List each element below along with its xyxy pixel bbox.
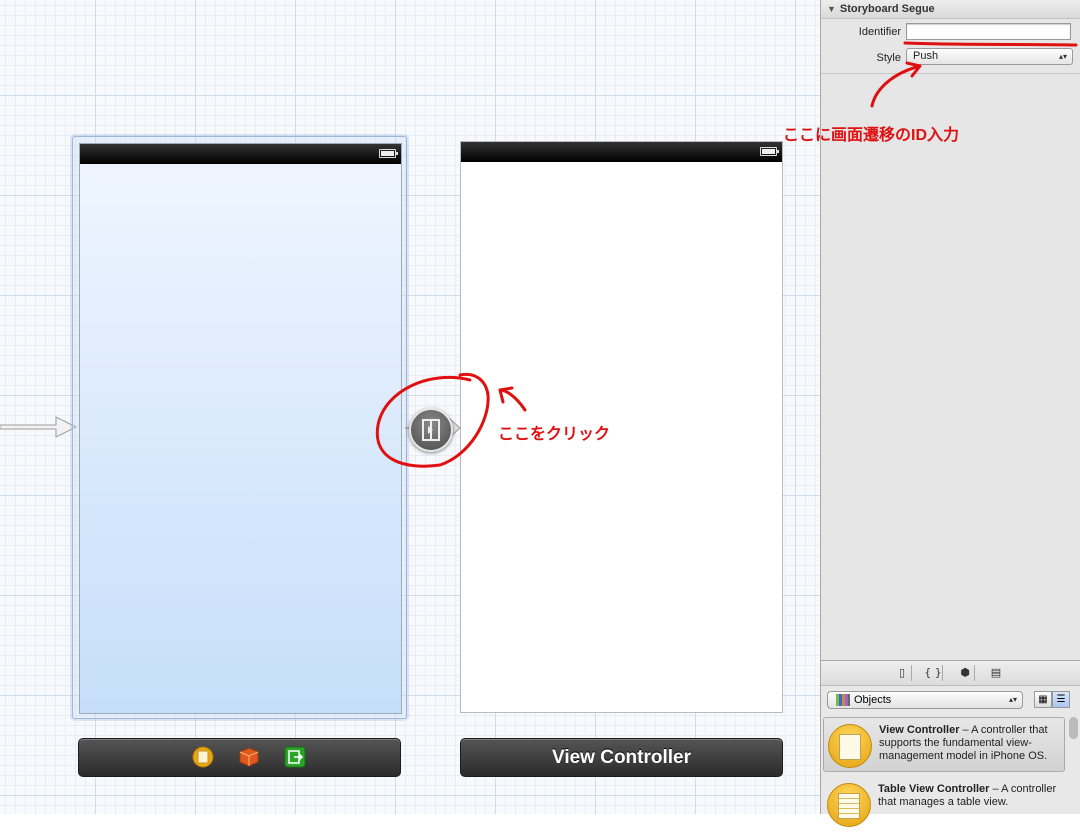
section-title: Storyboard Segue	[839, 3, 935, 15]
exit-icon[interactable]	[284, 746, 306, 768]
item-title: Table View Controller	[878, 783, 990, 795]
view-controller-icon[interactable]	[192, 746, 214, 768]
style-select[interactable]: Push ▴▾	[906, 48, 1073, 65]
segue-connection	[405, 417, 461, 439]
segue-push-icon[interactable]	[409, 408, 453, 452]
section-header[interactable]: ▼ Storyboard Segue	[821, 0, 1080, 19]
object-library: ▯ { } ⬢ ▤ Objects ▴▾ ▦ ☰ View Controller…	[820, 660, 1080, 827]
table-view-controller-icon	[827, 783, 871, 827]
stepper-arrows-icon: ▴▾	[1008, 695, 1017, 704]
scene-dock-destination[interactable]: View Controller	[460, 738, 783, 777]
annotation-enter-id: ここに画面遷移のID入力	[783, 127, 960, 144]
media-icon[interactable]: ▤	[987, 665, 1005, 681]
scene-title: View Controller	[551, 747, 691, 768]
style-value: Push	[913, 50, 939, 62]
library-tabs: ▯ { } ⬢ ▤	[821, 661, 1080, 686]
scene-dock-source	[78, 738, 401, 777]
stepper-arrows-icon: ▴▾	[1058, 52, 1067, 61]
view-controller-icon	[828, 724, 872, 768]
divider	[821, 73, 1080, 74]
code-snippet-icon[interactable]: { }	[924, 665, 943, 681]
library-books-icon	[836, 694, 850, 706]
attributes-inspector: ▼ Storyboard Segue Identifier Style Push …	[820, 0, 1080, 660]
style-label: Style	[876, 52, 901, 64]
storyboard-canvas[interactable]: View Controller ここをクリック ここに画面遷移のID入力	[0, 0, 959, 814]
library-item-table-view-controller[interactable]: Table View Controller – A controller tha…	[823, 777, 1065, 832]
object-cube-icon[interactable]: ⬢	[956, 665, 975, 681]
list-view-button[interactable]: ☰	[1052, 691, 1070, 708]
library-item-view-controller[interactable]: View Controller – A controller that supp…	[823, 717, 1065, 772]
file-template-icon[interactable]: ▯	[893, 665, 912, 681]
library-filter-value: Objects	[854, 694, 892, 706]
library-scrollbar[interactable]	[1069, 717, 1078, 811]
grid-view-button[interactable]: ▦	[1034, 691, 1052, 708]
identifier-field[interactable]	[906, 23, 1071, 40]
library-filter-select[interactable]: Objects ▴▾	[827, 691, 1023, 709]
disclosure-triangle-icon[interactable]: ▼	[827, 0, 836, 18]
item-title: View Controller	[879, 724, 960, 736]
annotation-click-here: ここをクリック	[498, 426, 611, 443]
first-responder-icon[interactable]	[238, 746, 260, 768]
identifier-label: Identifier	[858, 26, 901, 38]
